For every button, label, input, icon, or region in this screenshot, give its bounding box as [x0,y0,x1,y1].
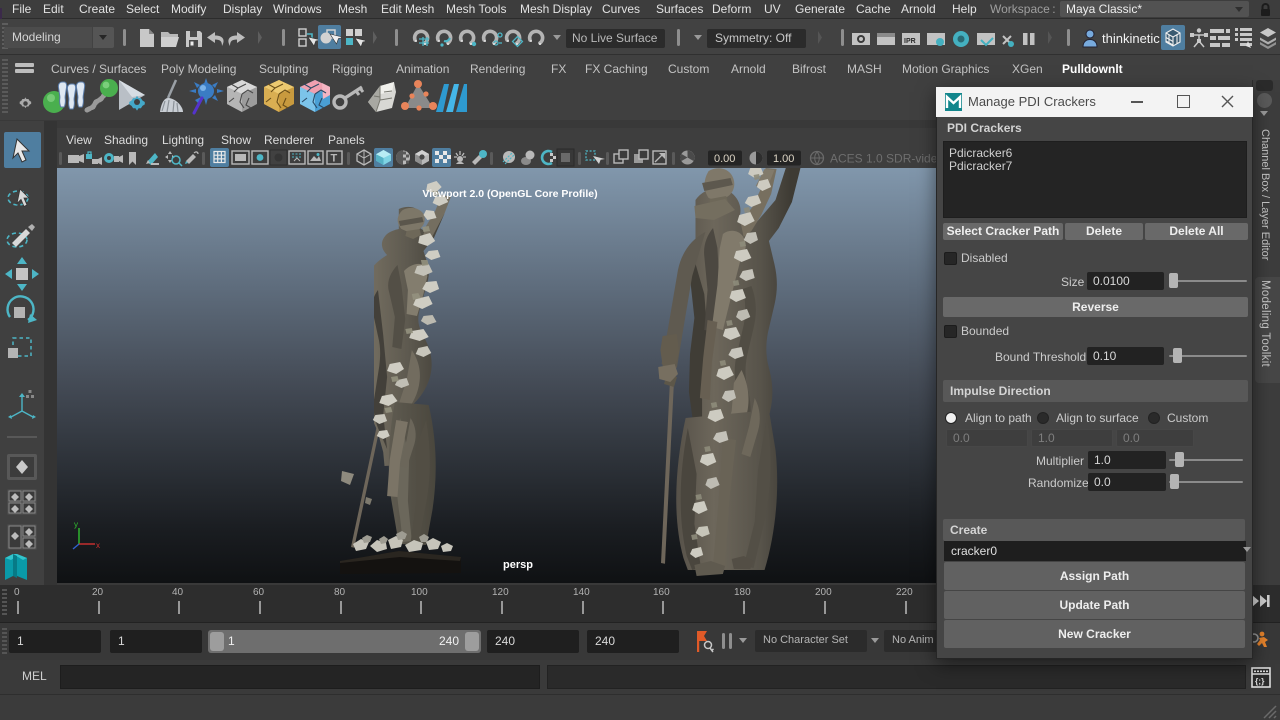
svg-text:y: y [74,520,78,529]
svg-text:IPR: IPR [904,38,916,45]
svg-text:x: x [96,541,100,550]
svg-text:{;}: {;} [1255,676,1265,686]
svg-text:1.00: 1.00 [773,153,794,165]
svg-text:T: T [331,153,338,165]
svg-text:0.00: 0.00 [714,153,735,165]
